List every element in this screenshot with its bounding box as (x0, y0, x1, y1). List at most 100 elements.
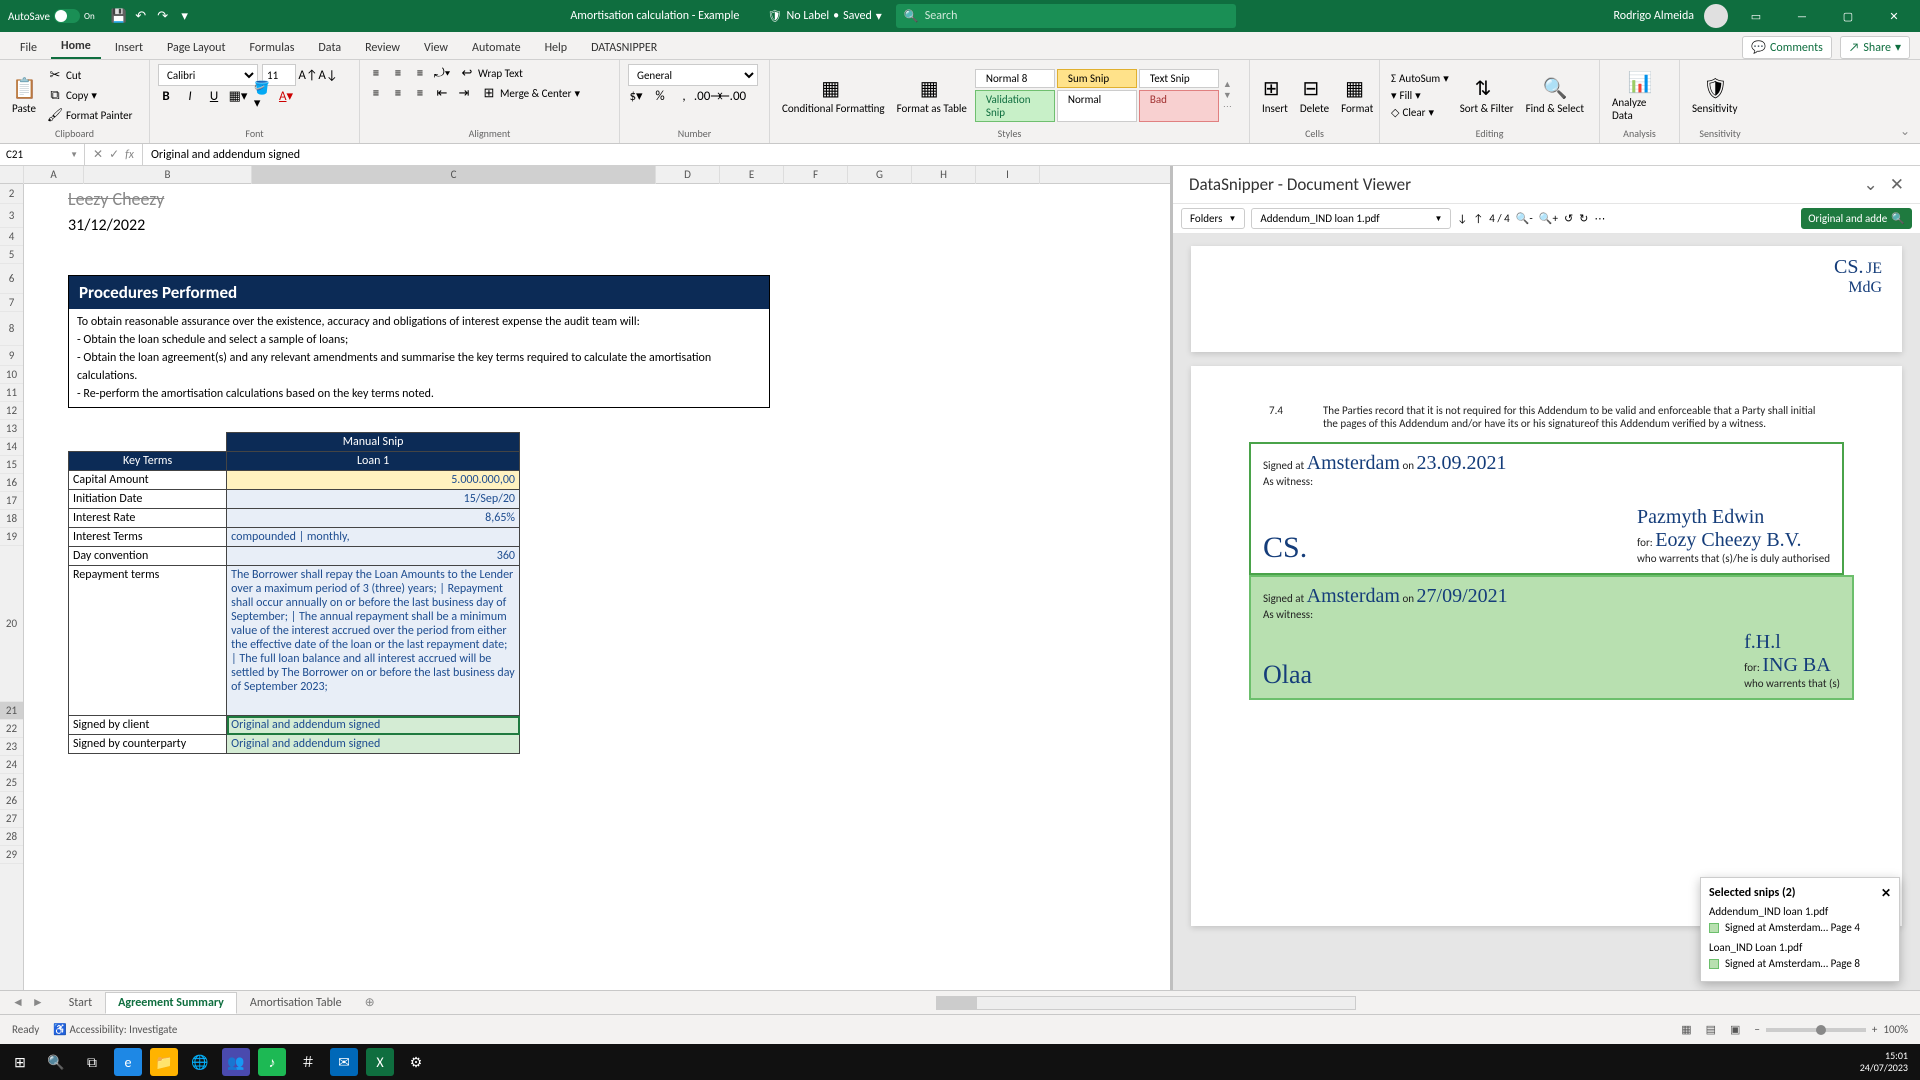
analyze-data-button[interactable]: 📊Analyze Data (1608, 68, 1671, 124)
row-rate-key[interactable]: Interest Rate (69, 509, 227, 528)
undo-icon[interactable]: ↶ (133, 8, 149, 24)
styles-down-icon[interactable]: ▼ (1223, 90, 1232, 101)
accept-formula-icon[interactable]: ✓ (109, 147, 119, 162)
slack-icon[interactable]: ＃ (294, 1048, 322, 1076)
tab-nav-prev-icon[interactable]: ◄ (12, 995, 24, 1010)
col-header[interactable]: C (252, 166, 656, 184)
row-header[interactable]: 29 (0, 846, 23, 864)
styles-up-icon[interactable]: ▲ (1223, 79, 1232, 90)
minimize-icon[interactable]: — (1784, 0, 1820, 32)
fill-color-icon[interactable]: 🪣▾ (254, 88, 270, 104)
accessibility-status[interactable]: ♿ Accessibility: Investigate (53, 1023, 177, 1036)
save-icon[interactable]: 💾 (111, 8, 127, 24)
task-view-icon[interactable]: ⧉ (78, 1048, 106, 1076)
tab-formulas[interactable]: Formulas (239, 37, 304, 59)
tab-home[interactable]: Home (51, 35, 101, 59)
row-header[interactable]: 26 (0, 792, 23, 810)
row-day-val[interactable]: 360 (227, 547, 520, 566)
view-normal-icon[interactable]: ▦ (1681, 1023, 1691, 1036)
paste-button[interactable]: 📋Paste (8, 74, 40, 117)
format-cells-button[interactable]: ▦Format (1337, 74, 1377, 117)
align-bot-icon[interactable]: ≡ (412, 65, 428, 81)
search-box[interactable]: 🔍 (896, 4, 1236, 28)
popup-snip-2[interactable]: Signed at Amsterdam… Page 8 (1709, 954, 1891, 973)
view-page-break-icon[interactable]: ▣ (1730, 1023, 1740, 1036)
task-search-icon[interactable]: 🔍 (42, 1048, 70, 1076)
row-header[interactable]: 19 (0, 528, 23, 546)
tab-nav-next-icon[interactable]: ► (32, 995, 44, 1010)
avatar[interactable] (1704, 4, 1728, 28)
row-header[interactable]: 3 (0, 204, 23, 228)
excel-icon[interactable]: X (366, 1048, 394, 1076)
style-normal8[interactable]: Normal 8 (975, 69, 1055, 88)
font-color-icon[interactable]: A▾ (278, 88, 294, 104)
col-header[interactable]: B (84, 166, 252, 184)
comments-button[interactable]: 💬 Comments (1742, 36, 1832, 59)
border-icon[interactable]: ▦▾ (230, 88, 246, 104)
formula-input[interactable] (143, 144, 1920, 165)
popup-snip-1[interactable]: Signed at Amsterdam… Page 4 (1709, 918, 1891, 937)
ribbon-mode-icon[interactable]: ▭ (1738, 0, 1774, 32)
italic-icon[interactable]: I (182, 88, 198, 104)
row-init-val[interactable]: 15/Sep/20 (227, 490, 520, 509)
row-headers[interactable]: 2 3 4 5 6 7 8 9 10 11 12 13 14 15 16 17 … (0, 184, 24, 990)
font-name-select[interactable]: Calibri (158, 64, 258, 86)
row-header[interactable]: 4 (0, 228, 23, 246)
row-terms-key[interactable]: Interest Terms (69, 528, 227, 547)
tab-data[interactable]: Data (308, 37, 351, 59)
explorer-icon[interactable]: 📁 (150, 1048, 178, 1076)
row-header[interactable]: 2 (0, 184, 23, 204)
row-sig-cp-key[interactable]: Signed by counterparty (69, 735, 227, 754)
fill-button[interactable]: ▾ Fill ▾ (1388, 88, 1452, 103)
indent-dec-icon[interactable]: ⇤ (434, 85, 450, 101)
search-input[interactable] (925, 9, 1228, 23)
sensitivity-button[interactable]: 🛡Sensitivity (1688, 74, 1741, 117)
sheet-tab-agreement[interactable]: Agreement Summary (105, 992, 237, 1014)
zoom-out-icon[interactable]: − (1754, 1023, 1759, 1036)
view-page-layout-icon[interactable]: ▤ (1706, 1023, 1716, 1036)
dv-file-dropdown[interactable]: Addendum_IND loan 1.pdf▼ (1251, 208, 1451, 229)
dec-dec-icon[interactable]: ←.00 (724, 88, 740, 104)
align-right-icon[interactable]: ≡ (412, 85, 428, 101)
row-header[interactable]: 6 (0, 264, 23, 294)
row-header[interactable]: 28 (0, 828, 23, 846)
sensitivity-label[interactable]: 🛡 No Label • Saved ▾ (767, 9, 882, 24)
row-header[interactable]: 7 (0, 294, 23, 312)
settings-icon[interactable]: ⚙ (402, 1048, 430, 1076)
zoom-in-icon[interactable]: + (1872, 1023, 1877, 1036)
percent-icon[interactable]: % (652, 88, 668, 104)
format-as-table-button[interactable]: ▦Format as Table (893, 74, 971, 117)
grid[interactable]: Leezy Cheezy 31/12/2022 Procedures Perfo… (24, 184, 1170, 990)
row-header[interactable]: 18 (0, 510, 23, 528)
row-header[interactable]: 17 (0, 492, 23, 510)
cancel-formula-icon[interactable]: ✕ (93, 147, 103, 162)
format-painter-button[interactable]: 🖌Format Painter (44, 107, 135, 125)
style-text-snip[interactable]: Text Snip (1139, 69, 1219, 88)
dv-rotate-left-icon[interactable]: ↺ (1564, 212, 1573, 225)
qat-more-icon[interactable]: ▾ (177, 8, 193, 24)
row-sig-client-key[interactable]: Signed by client (69, 716, 227, 735)
dv-zoom-out-icon[interactable]: 🔍- (1516, 212, 1533, 225)
dv-zoom-in-icon[interactable]: 🔍+ (1539, 212, 1558, 225)
col-header[interactable]: H (912, 166, 976, 184)
fx-icon[interactable]: fx (125, 148, 134, 162)
row-header[interactable]: 15 (0, 456, 23, 474)
merge-button[interactable]: ⊞Merge & Center ▾ (478, 84, 583, 102)
edge-icon[interactable]: e (114, 1048, 142, 1076)
row-header[interactable]: 16 (0, 474, 23, 492)
grow-font-icon[interactable]: A↑ (300, 67, 316, 83)
align-top-icon[interactable]: ≡ (368, 65, 384, 81)
tab-insert[interactable]: Insert (105, 37, 153, 59)
teams-icon[interactable]: 👥 (222, 1048, 250, 1076)
col-header[interactable]: A (24, 166, 84, 184)
collapse-ribbon-icon[interactable]: ⌄ (1900, 124, 1910, 139)
row-terms-val[interactable]: compounded | monthly, (227, 528, 520, 547)
style-bad[interactable]: Bad (1139, 90, 1219, 122)
row-header[interactable]: 11 (0, 384, 23, 402)
add-sheet-icon[interactable]: ⊕ (355, 995, 385, 1010)
row-header[interactable]: 12 (0, 402, 23, 420)
delete-cells-button[interactable]: ⊟Delete (1296, 74, 1333, 117)
tab-datasnipper[interactable]: DATASNIPPER (581, 37, 667, 59)
row-header[interactable]: 5 (0, 246, 23, 264)
row-header[interactable]: 21 (0, 702, 23, 720)
